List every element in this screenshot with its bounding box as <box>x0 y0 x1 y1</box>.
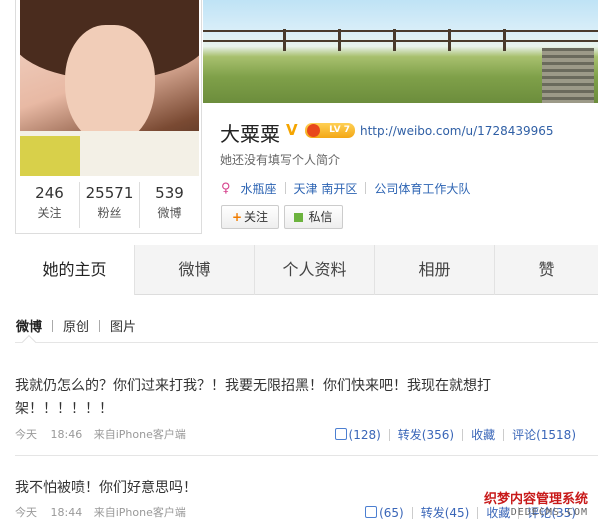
action-divider <box>388 428 390 441</box>
thumbs-up-icon <box>334 428 347 440</box>
post-meta: 今天 18:44 来自iPhone客户端 <box>15 504 186 520</box>
post-text: 我不怕被喷！你们好意思吗！ <box>15 480 197 496</box>
tag-constellation[interactable]: 水瓶座 <box>241 180 277 197</box>
tab-weibo[interactable]: 微博 <box>135 245 255 295</box>
like-button[interactable]: (128) <box>334 427 381 442</box>
post-text: 我就仍怎么的？你们过来打我？！我要无限招黑！你们快来吧！我现在就想打架！！！！！… <box>15 378 491 417</box>
level-text: LV 7 <box>329 125 350 135</box>
filter-caret-icon <box>21 334 37 350</box>
cover-photo <box>203 0 598 103</box>
stat-followers[interactable]: 25571 粉丝 <box>80 182 140 228</box>
cover-stairs <box>542 48 594 103</box>
comment-button[interactable]: 评论(1518) <box>512 426 576 443</box>
tab-profile[interactable]: 个人资料 <box>255 245 375 295</box>
filter-images[interactable]: 图片 <box>110 316 136 335</box>
post-actions: (128) 转发(356) 收藏 评论(1518) <box>334 426 576 443</box>
action-divider <box>462 428 464 441</box>
stat-label: 粉丝 <box>97 206 122 220</box>
filter-divider <box>52 319 54 332</box>
follow-label: 关注 <box>244 210 269 224</box>
cover-fence-post <box>503 29 506 51</box>
avatar-face <box>65 25 155 145</box>
cover-fence-post <box>283 29 286 51</box>
post-source[interactable]: 来自iPhone客户端 <box>94 428 186 441</box>
stat-number: 246 <box>35 184 64 202</box>
post-source[interactable]: 来自iPhone客户端 <box>94 506 186 519</box>
profile-intro: 她还没有填写个人简介 <box>220 153 341 167</box>
profile-tabs: 她的主页 微博 个人资料 相册 赞 <box>15 245 598 295</box>
stat-label: 微博 <box>157 206 182 220</box>
site-watermark: 织梦内容管理系统 DEDECMS.COM <box>484 488 588 518</box>
filter-all[interactable]: 微博 <box>16 316 42 335</box>
stat-posts[interactable]: 539 微博 <box>140 182 199 228</box>
filter-original[interactable]: 原创 <box>63 316 89 335</box>
profile-tags: ♀ 水瓶座 天津 南开区 公司体育工作大队 <box>221 179 470 197</box>
cover-fence <box>203 30 598 32</box>
like-count: (128) <box>348 428 381 442</box>
message-label: 私信 <box>308 210 333 224</box>
post-time[interactable]: 18:44 <box>51 506 83 519</box>
stat-following[interactable]: 246 关注 <box>20 182 80 228</box>
avatar-shirt-accent <box>20 136 80 176</box>
feed-filter: 微博 原创 图片 <box>16 316 136 335</box>
post-time[interactable]: 18:46 <box>51 428 83 441</box>
stat-number: 539 <box>155 184 184 202</box>
cover-fence-post <box>393 29 396 51</box>
like-count: (65) <box>379 506 404 520</box>
profile-url-link[interactable]: http://weibo.com/u/1728439965 <box>360 124 554 138</box>
cover-fence <box>203 40 598 42</box>
like-button[interactable]: (65) <box>365 505 404 520</box>
avatar[interactable] <box>20 0 199 176</box>
tag-company[interactable]: 公司体育工作大队 <box>374 180 470 197</box>
level-badge[interactable]: LV 7 <box>305 123 355 138</box>
verified-icon[interactable]: V <box>286 122 301 138</box>
tag-divider <box>284 182 286 194</box>
follow-button[interactable]: + 关注 <box>221 205 279 229</box>
thumbs-up-icon <box>365 506 378 518</box>
action-divider <box>477 506 479 519</box>
tag-divider <box>365 182 367 194</box>
post-divider <box>15 455 598 456</box>
filter-divider <box>99 319 101 332</box>
cover-fence-post <box>448 29 451 51</box>
feed-filter-divider <box>15 342 598 343</box>
repost-button[interactable]: 转发(356) <box>398 426 454 443</box>
stat-number: 25571 <box>85 184 134 202</box>
tab-likes[interactable]: 赞 <box>495 245 598 295</box>
tab-home[interactable]: 她的主页 <box>15 245 135 295</box>
post-date: 今天 <box>15 428 37 441</box>
watermark-title: 织梦内容管理系统 <box>483 492 588 507</box>
post-date: 今天 <box>15 506 37 519</box>
avatar-card: 246 关注 25571 粉丝 539 微博 <box>15 0 202 234</box>
repost-button[interactable]: 转发(45) <box>421 504 470 521</box>
tag-location[interactable]: 天津 南开区 <box>294 180 358 197</box>
cover-fence-post <box>338 29 341 51</box>
action-divider <box>503 428 505 441</box>
stat-label: 关注 <box>37 206 62 220</box>
message-button[interactable]: 私信 <box>284 205 343 229</box>
profile-stats: 246 关注 25571 粉丝 539 微博 <box>20 182 199 228</box>
feed-post: 我就仍怎么的？你们过来打我？！我要无限招黑！你们快来吧！我现在就想打架！！！！！… <box>15 375 598 442</box>
level-icon <box>307 124 320 137</box>
action-divider <box>411 506 413 519</box>
message-icon <box>294 213 304 222</box>
tab-album[interactable]: 相册 <box>375 245 495 295</box>
profile-name: 大粟粟 <box>220 122 280 146</box>
female-icon: ♀ <box>221 180 231 196</box>
plus-icon: + <box>231 210 243 224</box>
favorite-button[interactable]: 收藏 <box>471 426 495 443</box>
post-meta: 今天 18:46 来自iPhone客户端 <box>15 426 186 442</box>
watermark-domain: DEDECMS.COM <box>510 507 588 518</box>
